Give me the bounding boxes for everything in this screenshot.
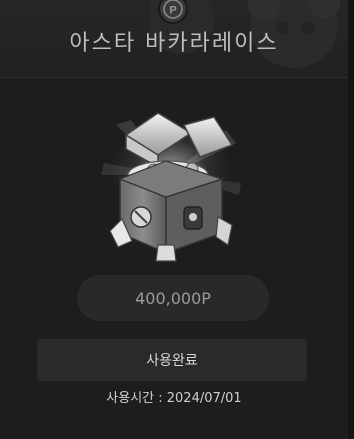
price-display: 400,000P <box>77 275 269 321</box>
used-status-button[interactable]: 사용완료 <box>37 339 307 381</box>
card-header: P 아스타 바카라레이스 <box>0 0 348 78</box>
svg-text:P: P <box>169 5 176 17</box>
page-title: 아스타 바카라레이스 <box>69 31 279 56</box>
point-coin-icon: P <box>158 0 188 24</box>
used-time-label: 사용시간 : 2024/07/01 <box>106 391 242 406</box>
reward-card: P 아스타 바카라레이스 400,000P 사용완료 사용시간: 2024/0… <box>0 0 348 439</box>
reward-body: 400,000P 사용완료 사용시간 : 2024/07/01 <box>0 79 348 439</box>
treasure-chest-icon <box>101 112 241 262</box>
